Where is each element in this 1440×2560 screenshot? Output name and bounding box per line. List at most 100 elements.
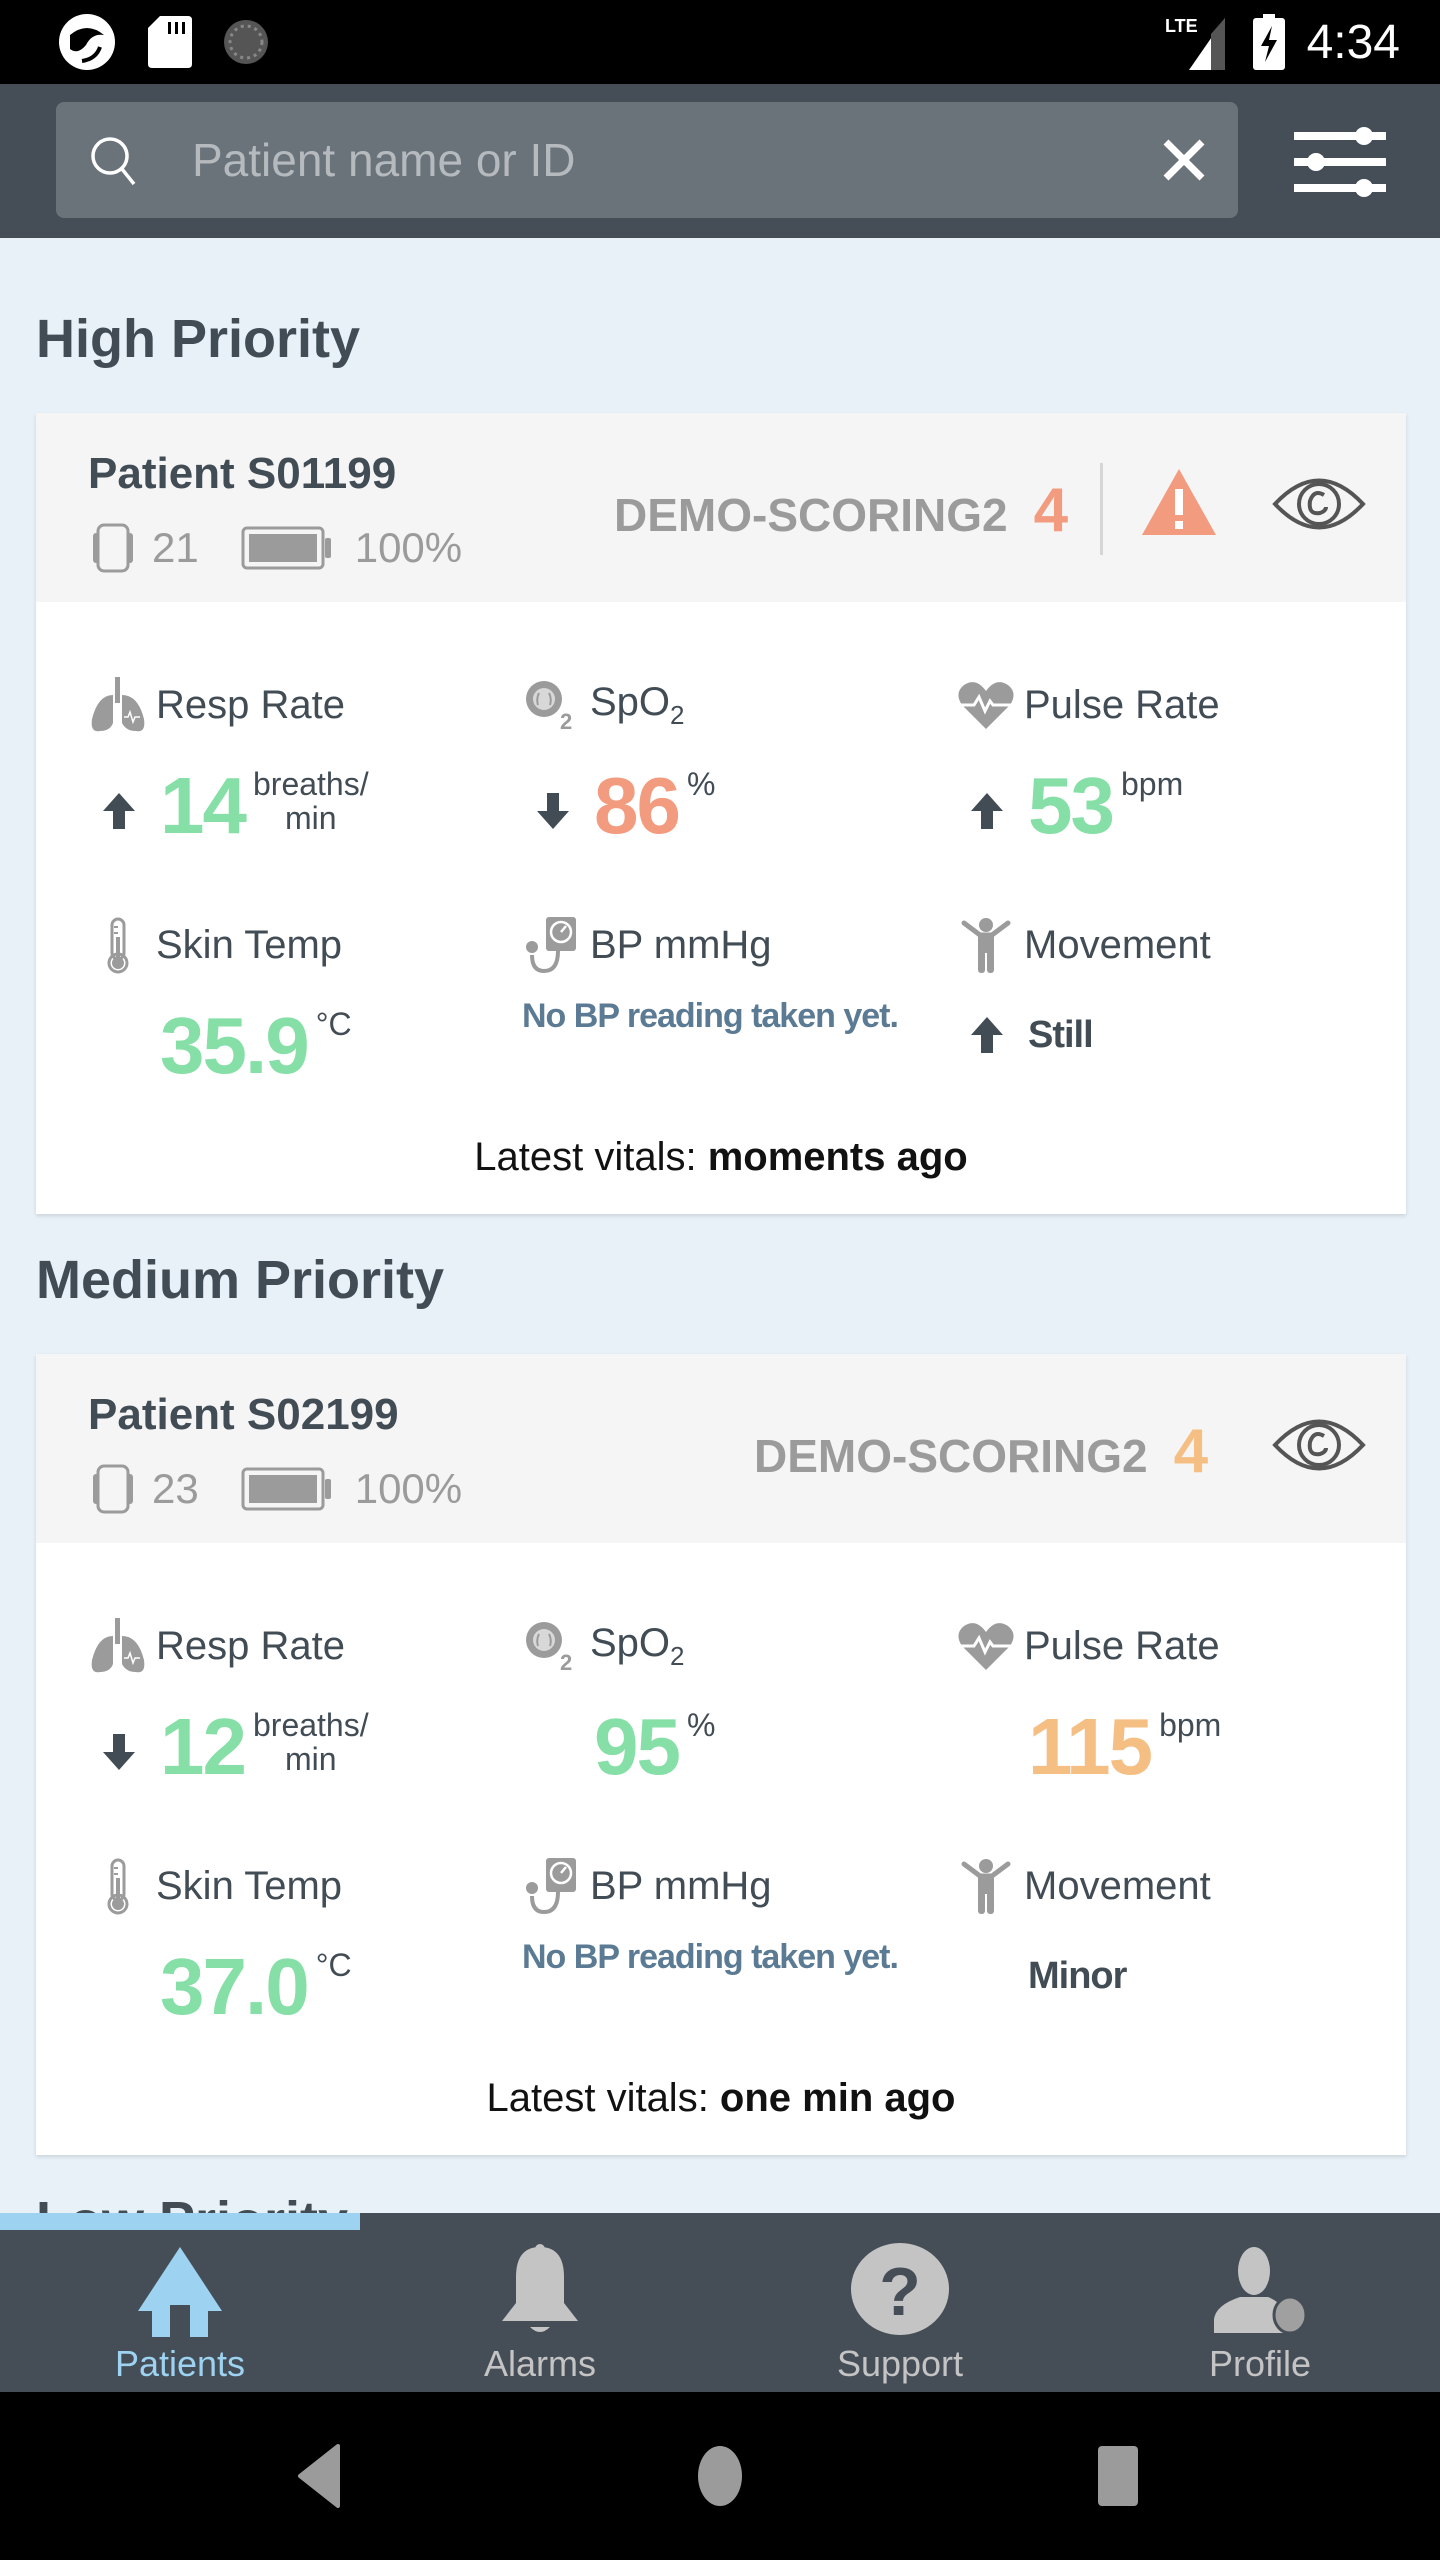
system-navigation-bar [0, 2392, 1440, 2560]
patient-name[interactable]: Patient S02199 [88, 1390, 399, 1440]
filter-settings-button[interactable] [1290, 122, 1390, 202]
lungs-icon [88, 1616, 148, 1676]
vital-label: Skin Temp [156, 922, 343, 967]
vital-label: BP mmHg [590, 1863, 772, 1908]
section-title-medium-priority: Medium Priority [36, 1250, 445, 1310]
wearable-sensor-icon [88, 523, 138, 573]
watch-patient-eye-icon[interactable] [1272, 1412, 1366, 1478]
patient-card[interactable]: Patient S01199 21 100% DEMO-SCORING2 4 R… [36, 413, 1406, 1214]
vital-value: 37.0 [160, 1942, 310, 2031]
vital-unit: °C [315, 1006, 352, 1042]
vital-value: 86 [594, 761, 681, 850]
device-status: 23 100% [88, 1464, 462, 1514]
device-status: 21 100% [88, 523, 462, 573]
score-value: 4 [1033, 476, 1069, 545]
vital-label: Pulse Rate [1024, 682, 1220, 727]
bottom-navigation: Patients Alarms ? Support Profile [0, 2213, 1440, 2392]
vital-value: 53 [1028, 761, 1115, 850]
nav-tab-support[interactable]: ? Support [720, 2213, 1080, 2392]
bp-status: No BP reading taken yet. [522, 997, 899, 1035]
battery-icon [241, 526, 333, 570]
warning-alert-icon[interactable] [1140, 467, 1218, 537]
score-label: DEMO-SCORING2 [754, 1430, 1148, 1482]
patient-name[interactable]: Patient S01199 [88, 449, 396, 499]
clear-search-button[interactable] [1156, 132, 1212, 188]
thermometer-icon [88, 915, 148, 975]
trend-down-icon [537, 793, 569, 829]
battery-level: 100% [354, 1465, 463, 1512]
wearable-sensor-icon [88, 1464, 138, 1514]
patient-card[interactable]: Patient S02199 23 100% DEMO-SCORING2 4 R… [36, 1354, 1406, 2155]
bp-cuff-icon [522, 1856, 582, 1916]
vital-label: SpO2 [590, 679, 685, 730]
movement-value: Minor [1028, 1954, 1127, 1997]
bell-icon [502, 2244, 578, 2332]
trend-up-icon [971, 1017, 1003, 1053]
home-button[interactable] [694, 2444, 746, 2508]
vital-label: Resp Rate [156, 1623, 345, 1668]
search-bar[interactable] [56, 102, 1238, 218]
vital-unit: °C [315, 1947, 352, 1983]
header-divider [1100, 463, 1103, 555]
vital-unit: % [686, 1707, 716, 1743]
vital-value: 14 [160, 761, 247, 850]
vital-value: 115 [1028, 1702, 1153, 1791]
latest-vitals-time: one min ago [719, 2076, 956, 2120]
vital-spo2: SpO2 86 % [522, 675, 942, 861]
vital-label: SpO2 [590, 1620, 685, 1671]
patient-card-header: Patient S02199 23 100% DEMO-SCORING2 4 [36, 1354, 1406, 1543]
recents-button[interactable] [1096, 2444, 1140, 2508]
sync-dial-icon [224, 20, 268, 64]
vital-blood-pressure: BP mmHg No BP reading taken yet. [522, 1856, 942, 1977]
vital-skin-temp: Skin Temp 37.0 °C [88, 1856, 508, 2042]
profile-icon [1214, 2247, 1308, 2335]
nav-label: Patients [114, 2343, 246, 2384]
oxygen-icon [522, 675, 582, 735]
trend-up-icon [971, 793, 1003, 829]
search-input[interactable] [192, 102, 1092, 218]
latest-vitals: Latest vitals: one min ago [486, 2076, 956, 2120]
nav-tab-patients[interactable]: Patients [0, 2213, 360, 2392]
person-movement-icon [956, 915, 1016, 975]
watch-patient-eye-icon[interactable] [1272, 471, 1366, 537]
svg-text:?: ? [879, 2254, 921, 2330]
nav-label: Alarms [483, 2343, 596, 2384]
vital-pulse-rate: Pulse Rate 53 bpm [956, 675, 1376, 861]
back-button[interactable] [296, 2444, 344, 2508]
svg-text:LTE: LTE [1165, 16, 1198, 36]
vital-label: Movement [1024, 922, 1211, 967]
latest-vitals-time: moments ago [707, 1135, 968, 1179]
vital-unit: % [686, 766, 716, 802]
status-bar: LTE 4:34 [0, 0, 1440, 84]
trend-down-icon [103, 1734, 135, 1770]
bp-cuff-icon [522, 915, 582, 975]
vital-movement: Movement Minor [956, 1856, 1376, 2016]
score-label: DEMO-SCORING2 [614, 489, 1008, 541]
vital-unit: bpm [1120, 766, 1184, 802]
battery-level: 100% [354, 524, 463, 571]
nav-label: Profile [1208, 2343, 1312, 2384]
vital-unit: bpm [1159, 1707, 1222, 1743]
vital-movement: Movement Still [956, 915, 1376, 1075]
early-warning-score: DEMO-SCORING2 4 [754, 1416, 1208, 1487]
vital-blood-pressure: BP mmHg No BP reading taken yet. [522, 915, 942, 1036]
nav-tab-profile[interactable]: Profile [1080, 2213, 1440, 2392]
device-id: 21 [152, 524, 199, 571]
section-title-high-priority: High Priority [36, 309, 361, 369]
search-icon [91, 137, 136, 186]
nav-tab-alarms[interactable]: Alarms [360, 2213, 720, 2392]
patient-card-header: Patient S01199 21 100% DEMO-SCORING2 4 [36, 413, 1406, 602]
help-icon: ? [851, 2243, 949, 2335]
vital-value: 12 [160, 1702, 247, 1791]
person-movement-icon [956, 1856, 1016, 1916]
vital-skin-temp: Skin Temp 35.9 °C [88, 915, 508, 1101]
early-warning-score: DEMO-SCORING2 4 [614, 475, 1068, 546]
heart-pulse-icon [956, 675, 1016, 735]
home-icon [138, 2247, 222, 2337]
device-id: 23 [152, 1465, 199, 1512]
thermometer-icon [88, 1856, 148, 1916]
bp-status: No BP reading taken yet. [522, 1938, 899, 1976]
battery-charging-icon [1252, 14, 1285, 70]
vital-spo2: SpO2 95 % [522, 1616, 942, 1802]
app-logo-icon [59, 14, 115, 70]
